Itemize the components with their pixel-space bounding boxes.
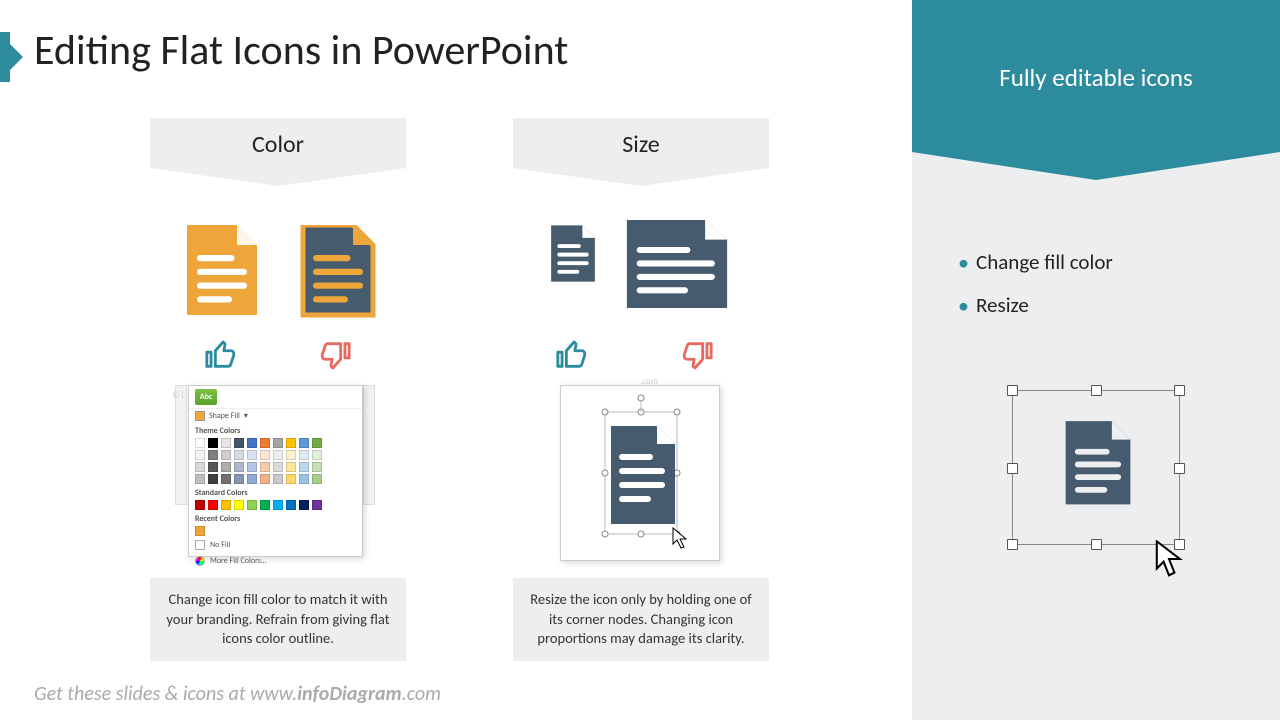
swatch-row [189, 499, 362, 511]
shape-fill-label: Shape Fill [209, 411, 240, 421]
no-fill-label: No Fill [210, 540, 230, 550]
chevron-down-icon: ▾ [244, 411, 248, 421]
footer-prefix: Get these slides & icons at www. [34, 682, 297, 706]
shape-fill-panel: Abc Shape Fill ▾ Theme Colors Standard C… [188, 385, 363, 557]
sidebar-bullets: Change fill color Resize [940, 250, 1280, 336]
slide: Editing Flat Icons in PowerPoint Color S… [0, 0, 1280, 720]
color-wheel-icon [195, 556, 205, 566]
document-outline-icon [298, 225, 378, 320]
no-fill-item: No Fill [189, 537, 362, 553]
panel-header: Abc [189, 386, 362, 409]
recent-colors-label: Recent Colors [189, 511, 362, 525]
footer-brand: infoDiagram [297, 682, 402, 706]
thumbs-down-icon [678, 338, 716, 372]
resize-handle-icon [1091, 539, 1102, 550]
footer-suffix: .com [402, 682, 441, 706]
more-colors-item: More Fill Colors… [189, 553, 362, 569]
column-header-size: Size [513, 118, 769, 168]
more-colors-label: More Fill Colors… [210, 556, 266, 566]
theme-colors-label: Theme Colors [189, 423, 362, 437]
resize-handle-icon [1174, 385, 1185, 396]
accent-bar [0, 32, 10, 82]
resize-handle-icon [1007, 385, 1018, 396]
paint-bucket-icon [195, 411, 205, 421]
selection-box [1012, 390, 1180, 545]
page-title: Editing Flat Icons in PowerPoint [34, 25, 568, 76]
resize-illustration [560, 385, 720, 561]
resize-handle-icon [1174, 463, 1185, 474]
thumbs-up-icon [553, 338, 591, 372]
ribbon-fragment [175, 385, 187, 505]
document-icon [182, 225, 262, 320]
resize-handle-icon [1091, 385, 1102, 396]
watermark: © i [172, 390, 184, 401]
column-header-color: Color [150, 118, 406, 168]
thumbs-up-icon [202, 338, 240, 372]
list-item: Resize [958, 293, 1280, 318]
swatch-row [189, 461, 362, 473]
ribbon-fragment [363, 385, 375, 505]
shape-fill-dropdown: Shape Fill ▾ [189, 409, 362, 423]
selected-document-icon [561, 386, 721, 562]
size-description: Resize the icon only by holding one of i… [513, 578, 769, 661]
swatch-row [189, 437, 362, 449]
chevron-down-icon [150, 168, 406, 186]
no-fill-icon [195, 540, 205, 550]
list-item: Change fill color [958, 250, 1280, 275]
document-large-icon [622, 214, 732, 319]
chevron-down-icon [912, 152, 1280, 180]
swatch-row [189, 449, 362, 461]
sidebar-title: Fully editable icons [912, 62, 1280, 93]
document-small-icon [548, 225, 598, 285]
resize-handle-icon [1007, 539, 1018, 550]
document-icon [1061, 417, 1135, 513]
color-description: Change icon fill color to match it with … [150, 578, 406, 661]
shape-preview-icon: Abc [195, 389, 217, 405]
accent-arrow-icon [10, 44, 23, 70]
cursor-icon [1154, 540, 1184, 578]
chevron-down-icon [513, 168, 769, 186]
footer-text: Get these slides & icons at www.infoDiag… [34, 682, 441, 706]
swatch-row [189, 473, 362, 485]
resize-handle-icon [1007, 463, 1018, 474]
thumbs-down-icon [316, 338, 354, 372]
standard-colors-label: Standard Colors [189, 485, 362, 499]
swatch-row [189, 525, 362, 537]
